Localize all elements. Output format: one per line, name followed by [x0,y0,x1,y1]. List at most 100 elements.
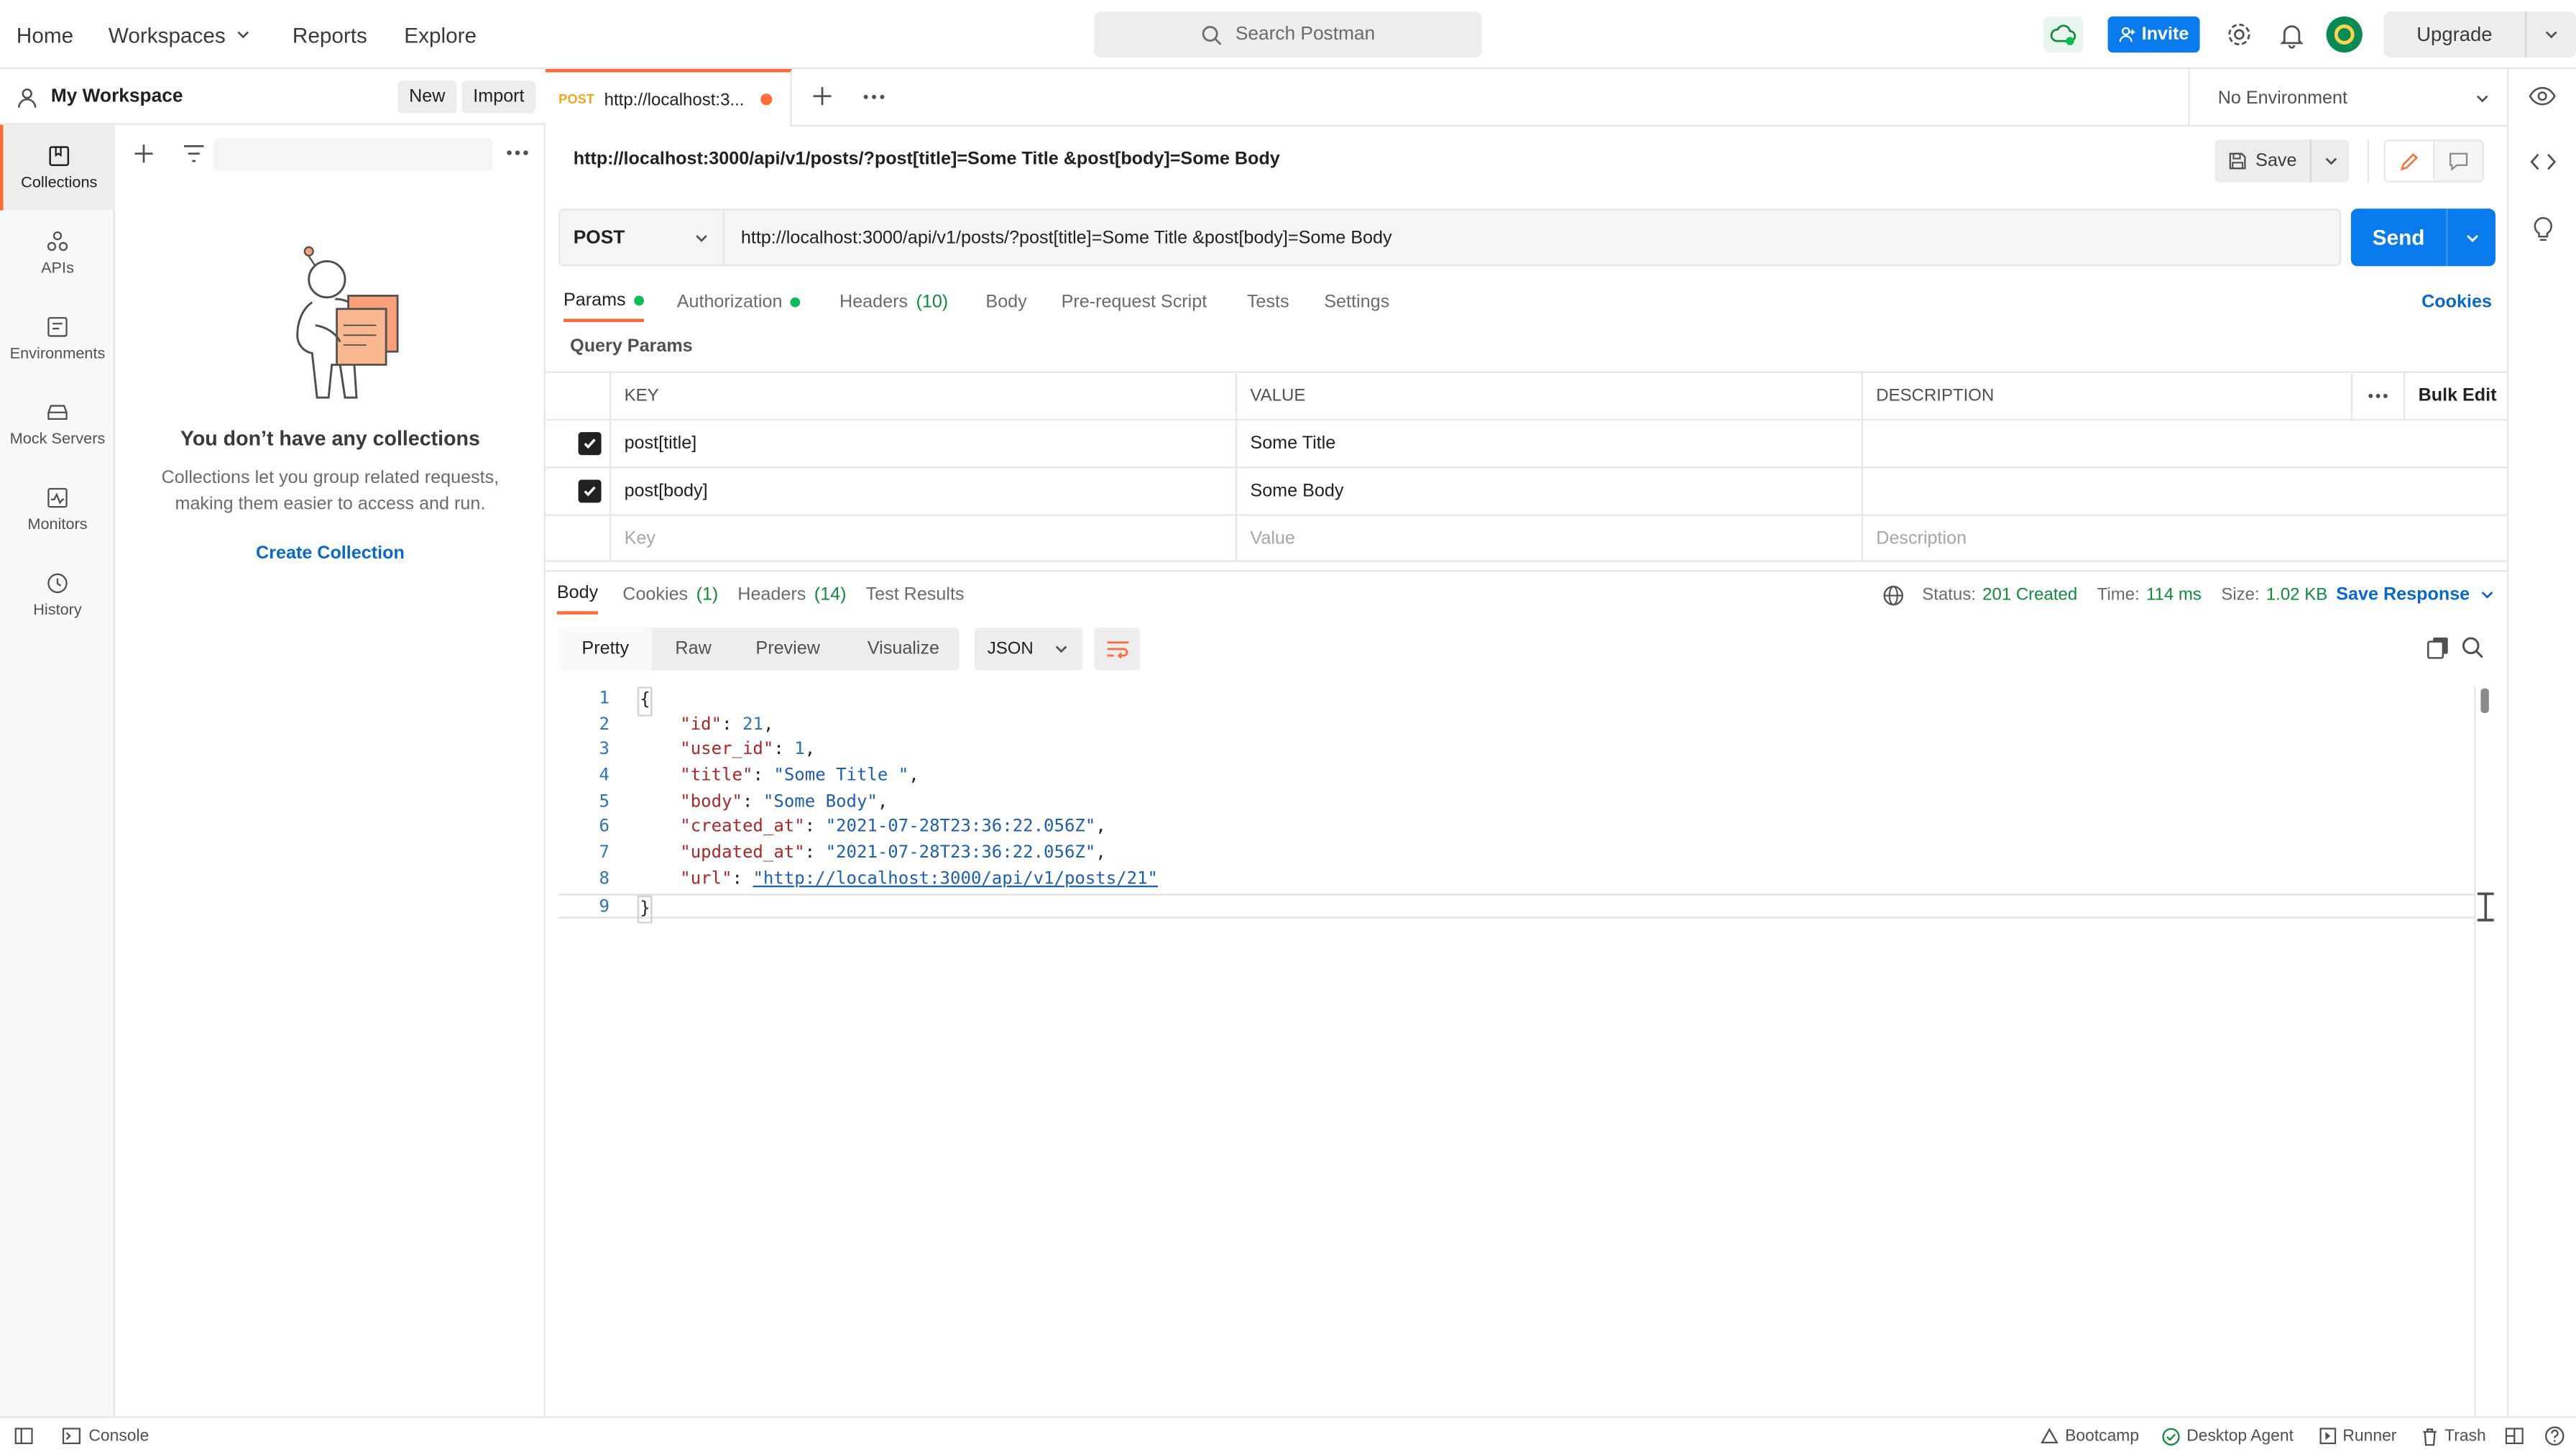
avatar[interactable] [2326,16,2363,53]
runner-button[interactable]: Runner [2319,1418,2396,1452]
sidebar-item-environments[interactable]: Environments [0,295,115,381]
apis-icon [46,229,69,252]
console-icon [62,1428,81,1445]
url-input[interactable]: http://localhost:3000/api/v1/posts/?post… [724,228,1392,247]
param-key[interactable]: post[body] [610,468,1236,515]
param-description[interactable] [1861,421,2507,467]
status-bar: Console Bootcamp Desktop Agent Runner Tr… [0,1416,2576,1452]
search-icon[interactable] [2461,636,2484,659]
bell-icon[interactable] [2277,19,2306,49]
tab-title: http://localhost:3... [604,89,745,109]
lightbulb-icon[interactable] [2531,215,2554,242]
view-preview[interactable]: Preview [755,628,819,670]
toggle-sidebar-icon[interactable] [14,1428,33,1445]
upgrade-button[interactable]: Upgrade [2383,12,2576,58]
bootcamp-button[interactable]: Bootcamp [2041,1418,2139,1452]
bulk-edit-button[interactable]: Bulk Edit [2404,372,2507,419]
sidebar-item-apis[interactable]: APIs [0,211,115,296]
gear-icon[interactable] [2225,19,2254,49]
code-line: 5 "body": "Some Body", [599,791,888,812]
editor-scrollbar-thumb[interactable] [2480,688,2489,714]
code-icon[interactable] [2530,151,2557,173]
tab-body[interactable]: Body [985,282,1026,322]
param-checkbox[interactable] [546,468,610,514]
tab-options-icon[interactable] [862,91,886,104]
new-button[interactable]: New [397,81,457,114]
nav-reports[interactable]: Reports [293,0,367,69]
new-tab-plus-icon[interactable] [811,86,833,107]
param-value[interactable]: Some Title [1235,421,1862,467]
tab-settings[interactable]: Settings [1324,282,1389,322]
right-rail [2507,69,2576,1417]
tab-authorization[interactable]: Authorization [677,282,801,322]
view-raw[interactable]: Raw [675,628,711,670]
plus-icon[interactable] [133,143,155,165]
cookies-link[interactable]: Cookies [2421,282,2492,322]
save-button[interactable]: Save [2214,139,2350,183]
wrap-lines-icon[interactable] [1094,628,1141,671]
response-url-link[interactable]: "http://localhost:3000/api/v1/posts/21" [753,869,1158,888]
sync-status-icon[interactable] [2043,16,2084,53]
view-visualize[interactable]: Visualize [868,628,939,670]
sidebar-item-mock-servers[interactable]: Mock Servers [0,381,115,467]
tab-pre-request-script[interactable]: Pre-request Script [1062,282,1208,322]
sidebar-item-history[interactable]: History [0,552,115,638]
param-key[interactable]: post[title] [610,421,1236,467]
chevron-down-icon[interactable] [2448,229,2496,246]
tab-tests[interactable]: Tests [1247,282,1289,322]
workspace-name[interactable]: My Workspace [51,87,183,106]
view-pretty[interactable]: Pretty [558,628,653,671]
resp-tab-cookies[interactable]: Cookies (1) [622,575,718,615]
more-options-icon[interactable] [506,146,529,159]
import-button[interactable]: Import [461,81,536,114]
new-description-input[interactable]: Description [1861,515,2507,561]
more-options-icon[interactable] [2350,372,2404,419]
chevron-down-icon[interactable] [2526,27,2576,43]
layout-icon[interactable] [2505,1428,2524,1445]
search-input[interactable]: Search Postman [1094,12,1482,58]
invite-button[interactable]: Invite [2107,16,2200,53]
request-tab[interactable]: POST http://localhost:3... [545,69,792,127]
nav-explore[interactable]: Explore [404,0,477,69]
view-toggle [2383,139,2485,183]
console-button[interactable]: Console [62,1418,149,1452]
request-title[interactable]: http://localhost:3000/api/v1/posts/?post… [574,150,1280,169]
table-row: post[body] Some Body [545,468,2508,516]
format-select[interactable]: JSON [974,628,1083,671]
resp-tab-body[interactable]: Body [556,575,599,615]
help-icon[interactable] [2545,1426,2564,1446]
chevron-down-icon[interactable] [2312,153,2350,170]
pencil-icon[interactable] [2385,141,2435,181]
new-key-input[interactable]: Key [610,515,1236,561]
param-checkbox[interactable] [546,421,610,467]
collections-filter-input[interactable] [213,138,493,171]
tab-headers[interactable]: Headers (10) [840,282,948,322]
desktop-agent-button[interactable]: Desktop Agent [2162,1418,2294,1452]
response-body-editor[interactable]: 1{ 2 "id": 21, 3 "user_id": 1, 4 "title": "… [558,686,2480,924]
new-value-input[interactable]: Value [1235,515,1862,561]
globe-icon[interactable] [1882,584,1904,606]
eye-icon[interactable] [2529,86,2557,107]
sidebar-item-monitors[interactable]: Monitors [0,467,115,552]
trash-button[interactable]: Trash [2421,1418,2486,1452]
param-description[interactable] [1861,468,2507,515]
empty-collections-illustration-icon [276,240,410,401]
param-value[interactable]: Some Body [1235,468,1862,515]
nav-home[interactable]: Home [17,0,73,69]
save-response-button[interactable]: Save Response [2336,575,2496,615]
method-select[interactable]: POST [560,210,725,265]
table-row-empty: Key Value Description [545,515,2508,562]
resp-tab-headers[interactable]: Headers (14) [737,575,846,615]
sidebar-item-collections[interactable]: Collections [0,124,115,211]
tab-params[interactable]: Params [564,282,644,323]
filter-icon[interactable] [183,143,206,165]
comment-icon[interactable] [2434,141,2483,181]
create-collection-link[interactable]: Create Collection [115,544,546,564]
resp-tab-test-results[interactable]: Test Results [866,575,965,615]
chevron-down-icon [2474,90,2490,106]
request-tabs: Params Authorization Headers (10) Body Pr… [546,282,2507,323]
environment-select[interactable]: No Environment [2188,69,2507,127]
send-button[interactable]: Send [2350,208,2496,267]
nav-workspaces[interactable]: Workspaces [109,0,252,69]
copy-icon[interactable] [2426,636,2450,659]
